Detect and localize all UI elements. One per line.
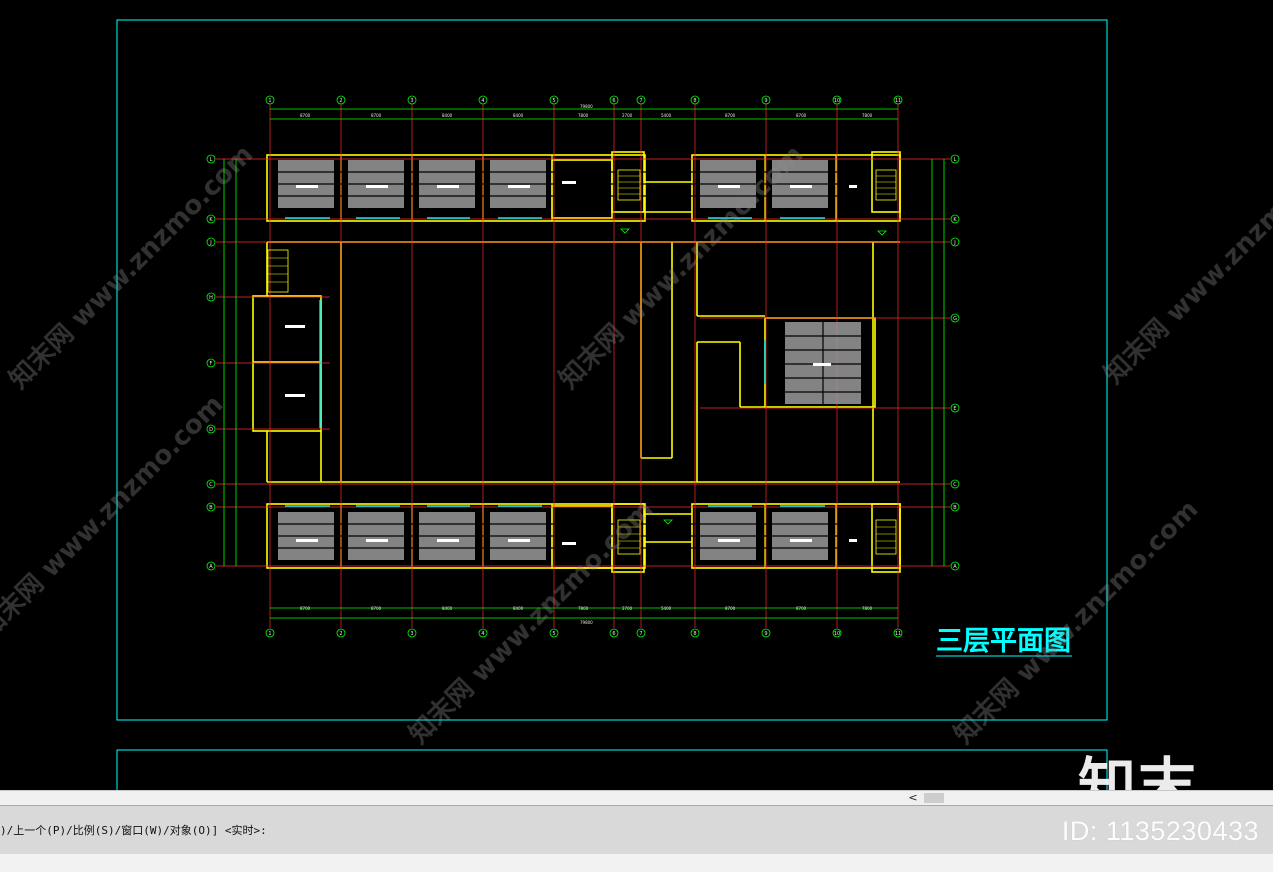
grid-label-bottom-2: 2 xyxy=(339,631,342,637)
grid-label-left-A: A xyxy=(209,564,213,570)
cad-model-canvas[interactable]: 8700 8700 8400 8400 7800 2700 5400 8700 8700 7… xyxy=(0,0,1273,819)
command-line[interactable]: )/上一个(P)/比例(S)/窗口(W)/对象(O)] <实时>: ID: 11… xyxy=(0,805,1273,854)
grid-label-bottom-8: 8 xyxy=(693,631,696,637)
svg-text:8400: 8400 xyxy=(442,113,453,118)
grid-label-right-J: J xyxy=(953,240,955,246)
grid-label-right-L: L xyxy=(954,157,957,163)
grid-label-top-7: 7 xyxy=(639,98,642,104)
svg-text:8700: 8700 xyxy=(796,113,807,118)
command-prompt-text: )/上一个(P)/比例(S)/窗口(W)/对象(O)] <实时>: xyxy=(0,824,267,837)
svg-text:79800: 79800 xyxy=(580,620,593,625)
grid-label-bottom-3: 3 xyxy=(410,631,413,637)
watermark-text-4: 知末网 www.znzmo.com xyxy=(0,389,229,644)
image-id-watermark: ID: 1135230433 xyxy=(1061,816,1259,846)
svg-text:7800: 7800 xyxy=(862,113,873,118)
horizontal-scrollbar[interactable]: < xyxy=(0,790,1273,806)
site-watermarks: 知末网 www.znzmo.com 知末网 www.znzmo.com 知末网 … xyxy=(0,134,1273,749)
grid-label-bottom-11: 11 xyxy=(895,631,901,637)
svg-text:8700: 8700 xyxy=(371,113,382,118)
svg-text:79800: 79800 xyxy=(580,104,593,109)
svg-text:2700: 2700 xyxy=(622,606,633,611)
grid-label-top-1: 1 xyxy=(268,98,271,104)
next-sheet-frame xyxy=(116,749,1108,790)
svg-text:7800: 7800 xyxy=(862,606,873,611)
status-bar xyxy=(0,854,1273,872)
windows xyxy=(285,217,825,507)
floor-plan-drawing: 8700 8700 8400 8400 7800 2700 5400 8700 8700 7… xyxy=(0,19,1273,790)
svg-text:2700: 2700 xyxy=(622,113,633,118)
svg-text:8700: 8700 xyxy=(725,113,736,118)
grid-label-left-L: L xyxy=(210,157,213,163)
watermark-text-3: 知末网 www.znzmo.com xyxy=(1099,134,1273,389)
grid-label-right-A: A xyxy=(953,564,957,570)
grid-label-top-8: 8 xyxy=(693,98,696,104)
svg-text:8700: 8700 xyxy=(725,606,736,611)
svg-text:7800: 7800 xyxy=(578,606,589,611)
sheet-frame xyxy=(116,19,1108,721)
grid-label-bottom-4: 4 xyxy=(481,631,484,637)
scroll-thumb[interactable] xyxy=(924,793,944,803)
grid-label-right-C: C xyxy=(953,482,957,488)
svg-text:8700: 8700 xyxy=(796,606,807,611)
grid-label-right-B: B xyxy=(953,505,957,511)
grid-label-left-B: B xyxy=(209,505,213,511)
svg-text:5400: 5400 xyxy=(661,113,672,118)
grid-label-bottom-10: 10 xyxy=(834,631,840,637)
grid-label-left-C: C xyxy=(209,482,213,488)
svg-text:8700: 8700 xyxy=(300,606,311,611)
svg-text:7800: 7800 xyxy=(578,113,589,118)
grid-label-top-6: 6 xyxy=(612,98,615,104)
grid-label-top-9: 9 xyxy=(764,98,767,104)
grid-label-top-2: 2 xyxy=(339,98,342,104)
grid-label-top-10: 10 xyxy=(834,98,840,104)
grid-label-top-3: 3 xyxy=(410,98,413,104)
watermark-text-6: 知末网 www.znzmo.com xyxy=(949,494,1204,749)
grid-label-left-H: H xyxy=(209,295,213,301)
watermark-text-2: 知末网 www.znzmo.com xyxy=(554,139,809,394)
svg-text:5400: 5400 xyxy=(661,606,672,611)
grid-label-bottom-7: 7 xyxy=(639,631,642,637)
svg-text:8400: 8400 xyxy=(442,606,453,611)
grid-label-bottom-1: 1 xyxy=(268,631,271,637)
grid-label-top-11: 11 xyxy=(895,98,901,104)
svg-text:8700: 8700 xyxy=(300,113,311,118)
grid-label-left-J: J xyxy=(209,240,211,246)
grid-label-bottom-6: 6 xyxy=(612,631,615,637)
scroll-left-arrow-icon[interactable]: < xyxy=(904,791,922,805)
grid-label-bottom-9: 9 xyxy=(764,631,767,637)
grid-label-bottom-5: 5 xyxy=(552,631,555,637)
grid-label-right-G: G xyxy=(953,316,957,322)
grid-label-top-5: 5 xyxy=(552,98,555,104)
grid-label-right-E: E xyxy=(953,406,956,412)
grid-label-left-F: F xyxy=(210,361,213,367)
watermark-text-1: 知末网 www.znzmo.com xyxy=(4,139,259,394)
svg-text:8700: 8700 xyxy=(371,606,382,611)
svg-text:8400: 8400 xyxy=(513,113,524,118)
grid-label-top-4: 4 xyxy=(481,98,484,104)
